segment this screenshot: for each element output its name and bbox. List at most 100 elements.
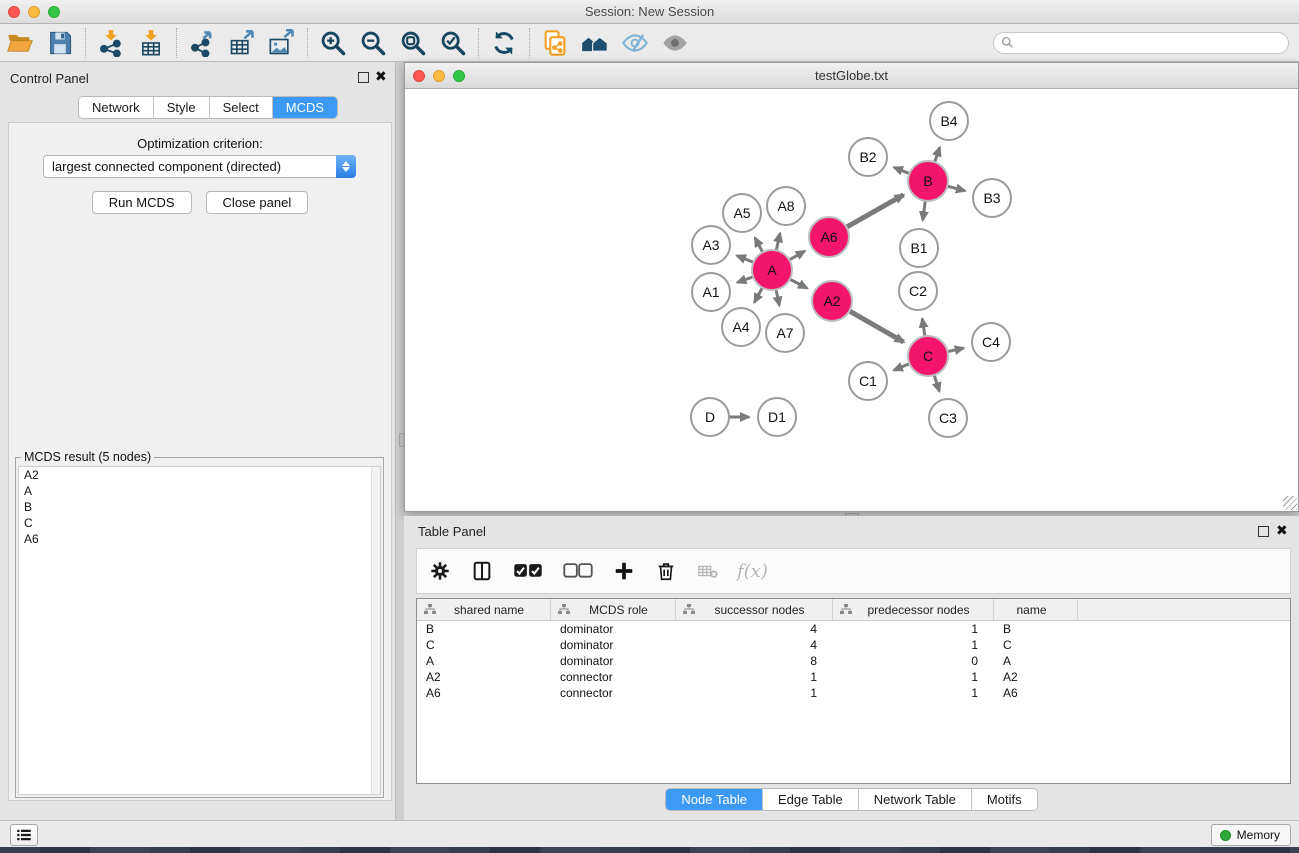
graph-node-B4[interactable]: B4 <box>929 101 969 141</box>
table-row[interactable]: A6connector11A6 <box>417 685 1290 701</box>
run-mcds-button[interactable]: Run MCDS <box>92 191 192 214</box>
column-visibility-icon[interactable] <box>469 558 495 584</box>
graph-node-B[interactable]: B <box>907 160 949 202</box>
tab-node-table[interactable]: Node Table <box>666 789 763 810</box>
cell-successor-nodes[interactable]: 8 <box>676 653 833 669</box>
column-header-predecessor-nodes[interactable]: predecessor nodes <box>833 599 994 620</box>
mcds-result-item[interactable]: A <box>19 483 380 499</box>
cell-shared-name[interactable]: A <box>417 653 551 669</box>
table-row[interactable]: A2connector11A2 <box>417 669 1290 685</box>
tab-edge-table[interactable]: Edge Table <box>763 789 859 810</box>
refresh-network-icon[interactable] <box>484 26 524 60</box>
zoom-selected-icon[interactable] <box>433 26 473 60</box>
cell-predecessor-nodes[interactable]: 0 <box>833 653 994 669</box>
cell-name[interactable]: C <box>994 637 1078 653</box>
tab-style[interactable]: Style <box>154 97 210 118</box>
zoom-fit-icon[interactable] <box>393 26 433 60</box>
cell-successor-nodes[interactable]: 4 <box>676 637 833 653</box>
cell-predecessor-nodes[interactable]: 1 <box>833 669 994 685</box>
window-resize-grip[interactable] <box>1283 496 1297 510</box>
cell-shared-name[interactable]: A6 <box>417 685 551 701</box>
home-icon[interactable] <box>575 26 615 60</box>
close-panel-icon[interactable]: ✖ <box>375 69 387 83</box>
edge-A-A2[interactable] <box>788 278 807 288</box>
cell-predecessor-nodes[interactable]: 1 <box>833 637 994 653</box>
graph-node-B3[interactable]: B3 <box>972 178 1012 218</box>
edge-B-B1[interactable] <box>923 199 926 220</box>
deselect-all-icon[interactable] <box>561 558 595 584</box>
graph-node-B2[interactable]: B2 <box>848 137 888 177</box>
memory-button[interactable]: Memory <box>1211 824 1291 846</box>
settings-gear-icon[interactable] <box>427 558 453 584</box>
export-table-icon[interactable] <box>222 26 262 60</box>
cell-MCDS-role[interactable]: dominator <box>551 621 676 637</box>
cell-shared-name[interactable]: B <box>417 621 551 637</box>
column-header-MCDS-role[interactable]: MCDS role <box>551 599 676 620</box>
mcds-result-item[interactable]: A2 <box>19 467 380 483</box>
graph-node-A3[interactable]: A3 <box>691 225 731 265</box>
search-field[interactable] <box>993 32 1289 54</box>
select-all-icon[interactable] <box>511 558 545 584</box>
table-float-panel-icon[interactable] <box>1258 526 1269 537</box>
graph-node-D1[interactable]: D1 <box>757 397 797 437</box>
search-input[interactable] <box>1018 36 1288 50</box>
cell-name[interactable]: A <box>994 653 1078 669</box>
cell-MCDS-role[interactable]: connector <box>551 669 676 685</box>
add-entry-icon[interactable] <box>611 558 637 584</box>
import-network-icon[interactable] <box>91 26 131 60</box>
graph-node-C3[interactable]: C3 <box>928 398 968 438</box>
zoom-in-icon[interactable] <box>313 26 353 60</box>
graph-node-A7[interactable]: A7 <box>765 313 805 353</box>
cell-MCDS-role[interactable]: dominator <box>551 637 676 653</box>
zoom-out-icon[interactable] <box>353 26 393 60</box>
cell-shared-name[interactable]: A2 <box>417 669 551 685</box>
delete-entry-icon[interactable] <box>653 558 679 584</box>
column-header-shared-name[interactable]: shared name <box>417 599 551 620</box>
graph-node-A[interactable]: A <box>751 249 793 291</box>
cell-MCDS-role[interactable]: dominator <box>551 653 676 669</box>
export-image-icon[interactable] <box>262 26 302 60</box>
cell-name[interactable]: B <box>994 621 1078 637</box>
tab-select[interactable]: Select <box>210 97 273 118</box>
graph-node-A4[interactable]: A4 <box>721 307 761 347</box>
cell-MCDS-role[interactable]: connector <box>551 685 676 701</box>
tab-mcds[interactable]: MCDS <box>273 97 337 118</box>
graph-node-A1[interactable]: A1 <box>691 272 731 312</box>
tab-motifs[interactable]: Motifs <box>972 789 1037 810</box>
tab-network[interactable]: Network <box>79 97 154 118</box>
eye-icon[interactable] <box>655 26 695 60</box>
table-row[interactable]: Cdominator41C <box>417 637 1290 653</box>
close-panel-button[interactable]: Close panel <box>206 191 309 214</box>
graph-node-C1[interactable]: C1 <box>848 361 888 401</box>
cell-name[interactable]: A2 <box>994 669 1078 685</box>
mcds-list-scrollbar[interactable] <box>371 467 380 794</box>
table-close-panel-icon[interactable]: ✖ <box>1276 523 1288 537</box>
optimization-dropdown[interactable]: largest connected component (directed) <box>43 155 356 178</box>
cell-name[interactable]: A6 <box>994 685 1078 701</box>
graph-node-B1[interactable]: B1 <box>899 228 939 268</box>
table-row[interactable]: Adominator80A <box>417 653 1290 669</box>
graph-node-A6[interactable]: A6 <box>808 216 850 258</box>
graph-node-A5[interactable]: A5 <box>722 193 762 233</box>
graph-node-A8[interactable]: A8 <box>766 186 806 226</box>
cell-successor-nodes[interactable]: 1 <box>676 669 833 685</box>
task-history-button[interactable] <box>10 824 38 846</box>
mcds-result-item[interactable]: C <box>19 515 380 531</box>
export-network-icon[interactable] <box>182 26 222 60</box>
graph-node-D[interactable]: D <box>690 397 730 437</box>
import-table-icon[interactable] <box>131 26 171 60</box>
clone-network-icon[interactable] <box>535 26 575 60</box>
graph-node-A2[interactable]: A2 <box>811 280 853 322</box>
cell-predecessor-nodes[interactable]: 1 <box>833 685 994 701</box>
graph-node-C[interactable]: C <box>907 335 949 377</box>
edge-A6-B[interactable] <box>845 195 904 228</box>
column-header-name[interactable]: name <box>994 599 1078 620</box>
cell-successor-nodes[interactable]: 4 <box>676 621 833 637</box>
column-header-successor-nodes[interactable]: successor nodes <box>676 599 833 620</box>
float-panel-icon[interactable] <box>358 72 369 83</box>
open-session-icon[interactable] <box>0 26 40 60</box>
eye-slash-icon[interactable] <box>615 26 655 60</box>
save-session-icon[interactable] <box>40 26 80 60</box>
edge-A2-C[interactable] <box>848 310 904 342</box>
edge-B-B3[interactable] <box>945 186 965 191</box>
